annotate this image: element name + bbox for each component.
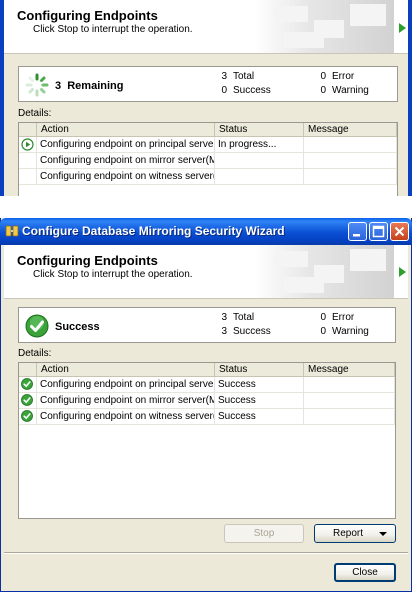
- progress-spinner-icon: [25, 73, 49, 97]
- row-action: Configuring endpoint on witness server(.…: [37, 409, 215, 424]
- stop-button[interactable]: Stop: [224, 524, 304, 543]
- row-status: Success: [215, 377, 304, 392]
- table-row[interactable]: Configuring endpoint on witness server(.…: [19, 409, 395, 425]
- wizard-window: Configure Database Mirroring Security Wi…: [0, 218, 412, 592]
- column-header-status[interactable]: Status: [215, 123, 304, 136]
- header-banner-art: [254, 0, 394, 53]
- chevron-down-icon: [379, 532, 387, 536]
- wizard-body: Configuring Endpoints Click Stop to inte…: [4, 245, 408, 588]
- success-check-icon: [21, 378, 33, 390]
- button-separator: [4, 552, 408, 554]
- minimize-icon: [353, 234, 360, 237]
- row-message: [304, 153, 397, 168]
- column-header-action[interactable]: Action: [37, 123, 215, 136]
- status-counts-right: 0 Error 0 Warning: [314, 311, 369, 339]
- page-title: Configuring Endpoints: [17, 8, 158, 23]
- table-row[interactable]: Configuring endpoint on mirror server(M.…: [19, 153, 397, 169]
- status-summary: 3 Remaining 3 Total 0 Success 0 Error 0 Warn…: [18, 66, 398, 102]
- details-table[interactable]: Action Status Message Configuring endpoi…: [18, 362, 396, 519]
- total-count: 3: [221, 71, 227, 82]
- row-message: [304, 393, 395, 408]
- success-count: 0: [221, 85, 227, 96]
- wizard-header: Configuring Endpoints Click Stop to inte…: [4, 245, 408, 299]
- error-label: Error: [332, 71, 355, 82]
- table-row[interactable]: Configuring endpoint on principal server…: [19, 377, 395, 393]
- column-header-message[interactable]: Message: [304, 363, 395, 376]
- maximize-button[interactable]: [369, 222, 388, 241]
- page-title: Configuring Endpoints: [17, 253, 158, 268]
- title-bar[interactable]: Configure Database Mirroring Security Wi…: [0, 218, 412, 245]
- status-counts-left: 3 Total 0 Success: [215, 70, 271, 98]
- row-action: Configuring endpoint on principal server…: [37, 137, 215, 152]
- page-subtitle: Click Stop to interrupt the operation.: [33, 269, 193, 280]
- database-mirroring-icon: [5, 225, 19, 237]
- maximize-icon: [372, 225, 385, 238]
- error-count: 0: [320, 312, 326, 323]
- close-window-button[interactable]: [390, 222, 409, 241]
- wizard-header: Configuring Endpoints Click Stop to inte…: [4, 0, 408, 54]
- status-summary: Success 3 Total 3 Success 0 Error 0 Warning: [18, 307, 396, 343]
- error-count: 0: [320, 71, 326, 82]
- row-status: Success: [215, 393, 304, 408]
- table-row[interactable]: Configuring endpoint on mirror server(M.…: [19, 393, 395, 409]
- close-icon: [394, 226, 405, 237]
- row-action: Configuring endpoint on principal server…: [37, 377, 215, 392]
- report-button-label: Report: [332, 528, 363, 539]
- play-arrow-icon: [399, 267, 406, 277]
- status-text: 3 Remaining: [55, 80, 124, 92]
- row-message: [304, 409, 395, 424]
- table-header: Action Status Message: [19, 363, 395, 377]
- details-label: Details:: [18, 108, 52, 119]
- minimize-button[interactable]: [348, 222, 367, 241]
- row-action: Configuring endpoint on mirror server(M.…: [37, 153, 215, 168]
- success-check-icon: [21, 394, 33, 406]
- success-check-icon: [21, 410, 33, 422]
- row-status: Success: [215, 409, 304, 424]
- in-progress-icon: [21, 138, 34, 151]
- column-header-action[interactable]: Action: [37, 363, 215, 376]
- close-button[interactable]: Close: [334, 563, 396, 582]
- status-text: Success: [55, 321, 100, 333]
- window-title: Configure Database Mirroring Security Wi…: [22, 224, 285, 238]
- success-label: Success: [233, 85, 271, 96]
- row-status: [215, 169, 304, 184]
- warning-label: Warning: [332, 326, 369, 337]
- table-row[interactable]: Configuring endpoint on principal server…: [19, 137, 397, 153]
- row-status: In progress...: [215, 137, 304, 152]
- column-header-status[interactable]: Status: [215, 363, 304, 376]
- row-message: [304, 377, 395, 392]
- row-message: [304, 137, 397, 152]
- row-action: Configuring endpoint on witness server(.…: [37, 169, 215, 184]
- warning-count: 0: [320, 85, 326, 96]
- status-counts-left: 3 Total 3 Success: [215, 311, 271, 339]
- row-action: Configuring endpoint on mirror server(M.…: [37, 393, 215, 408]
- report-button[interactable]: Report: [314, 524, 396, 543]
- total-label: Total: [233, 71, 255, 82]
- warning-label: Warning: [332, 85, 369, 96]
- details-table[interactable]: Action Status Message Configuring endpoi…: [18, 122, 398, 196]
- row-message: [304, 169, 397, 184]
- status-counts-right: 0 Error 0 Warning: [314, 70, 369, 98]
- page-subtitle: Click Stop to interrupt the operation.: [33, 24, 193, 35]
- warning-count: 0: [320, 326, 326, 337]
- row-status: [215, 153, 304, 168]
- success-check-icon: [25, 314, 49, 338]
- success-label: Success: [233, 326, 271, 337]
- play-arrow-icon: [399, 23, 406, 33]
- header-banner-art: [254, 245, 394, 298]
- success-count: 3: [221, 326, 227, 337]
- total-count: 3: [221, 312, 227, 323]
- details-label: Details:: [18, 348, 52, 359]
- background-wizard-window: Configuring Endpoints Click Stop to inte…: [0, 0, 412, 196]
- error-label: Error: [332, 312, 355, 323]
- total-label: Total: [233, 312, 255, 323]
- table-row[interactable]: Configuring endpoint on witness server(.…: [19, 169, 397, 185]
- table-header: Action Status Message: [19, 123, 397, 137]
- column-header-message[interactable]: Message: [304, 123, 397, 136]
